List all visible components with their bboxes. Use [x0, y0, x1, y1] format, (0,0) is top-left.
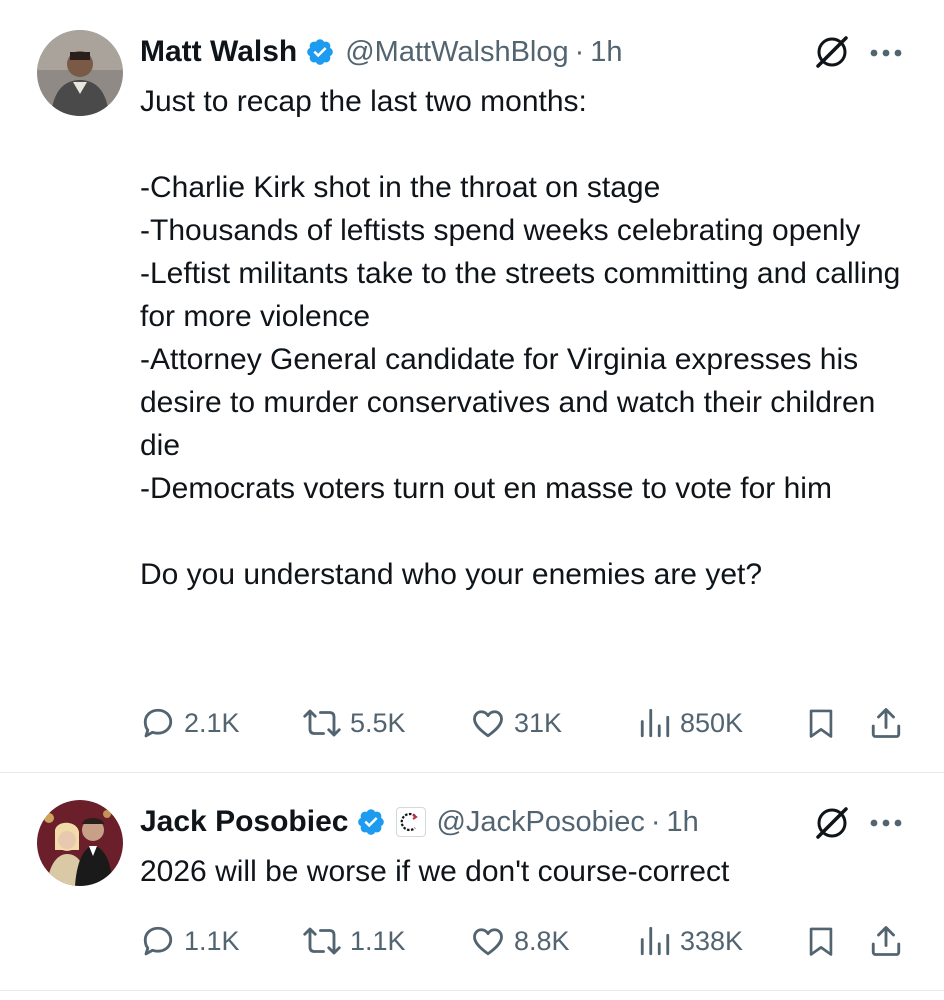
- tweet-header: Jack Posobiec @JackPosobiec · 1h: [140, 800, 699, 844]
- repost-button[interactable]: 5.5K: [302, 705, 406, 741]
- repost-count: 1.1K: [350, 925, 406, 956]
- views-icon: [640, 708, 670, 738]
- share-icon: [871, 708, 901, 738]
- like-button[interactable]: 31K: [470, 705, 562, 741]
- separator: ·: [650, 805, 661, 838]
- views-button[interactable]: 850K: [638, 705, 743, 741]
- tweet-text: 2026 will be worse if we don't course-co…: [140, 855, 730, 888]
- like-icon: [473, 710, 503, 738]
- views-count: 338K: [680, 925, 744, 956]
- affiliation-badge-icon[interactable]: [396, 807, 427, 837]
- more-icon[interactable]: [866, 816, 906, 830]
- tweet-divider: [0, 990, 944, 991]
- author-handle[interactable]: @JackPosobiec: [436, 806, 644, 839]
- avatar-matt-walsh[interactable]: [37, 30, 123, 116]
- avatar-jack-posobiec[interactable]: [37, 800, 123, 886]
- verified-badge-icon: [356, 807, 386, 837]
- separator: ·: [574, 35, 585, 68]
- views-button[interactable]: 338K: [638, 923, 743, 959]
- tweet-actions: 2.1K 5.5K 31K 850K: [0, 705, 944, 745]
- author-name[interactable]: Jack Posobiec: [140, 805, 348, 839]
- reply-icon: [143, 926, 173, 956]
- author-handle[interactable]: @MattWalshBlog: [345, 36, 568, 69]
- repost-icon: [303, 927, 341, 955]
- tweet-2[interactable]: Jack Posobiec @JackPosobiec · 1h 2026 wi…: [0, 773, 944, 1000]
- repost-count: 5.5K: [350, 707, 406, 738]
- tweet-header: Matt Walsh @MattWalshBlog · 1h: [140, 30, 623, 74]
- tweet-1[interactable]: Matt Walsh @MattWalshBlog · 1h Just to r…: [0, 0, 944, 770]
- share-icon: [871, 926, 901, 956]
- repost-button[interactable]: 1.1K: [302, 923, 406, 959]
- bookmark-button[interactable]: [804, 923, 838, 959]
- more-icon[interactable]: [866, 46, 906, 60]
- timestamp[interactable]: 1h: [590, 36, 622, 69]
- grok-icon[interactable]: [812, 803, 852, 843]
- share-button[interactable]: [868, 923, 904, 959]
- verified-badge-icon: [305, 37, 335, 67]
- timestamp[interactable]: 1h: [667, 806, 699, 839]
- views-count: 850K: [680, 707, 744, 738]
- reply-icon: [143, 708, 173, 738]
- like-count: 8.8K: [514, 925, 570, 956]
- bookmark-icon: [809, 927, 833, 956]
- like-icon: [473, 928, 503, 956]
- like-count: 31K: [514, 707, 563, 738]
- share-button[interactable]: [868, 705, 904, 741]
- like-button[interactable]: 8.8K: [470, 923, 570, 959]
- reply-count: 2.1K: [184, 707, 240, 738]
- bookmark-icon: [809, 709, 833, 738]
- repost-icon: [303, 709, 341, 737]
- bookmark-button[interactable]: [804, 705, 838, 741]
- tweet-text: Just to recap the last two months: -Char…: [140, 85, 901, 591]
- reply-button[interactable]: 1.1K: [140, 923, 240, 959]
- grok-icon[interactable]: [812, 32, 852, 72]
- reply-button[interactable]: 2.1K: [140, 705, 240, 741]
- tweet-actions: 1.1K 1.1K 8.8K 338K: [0, 923, 944, 963]
- author-name[interactable]: Matt Walsh: [140, 35, 297, 69]
- reply-count: 1.1K: [184, 925, 240, 956]
- views-icon: [640, 926, 670, 956]
